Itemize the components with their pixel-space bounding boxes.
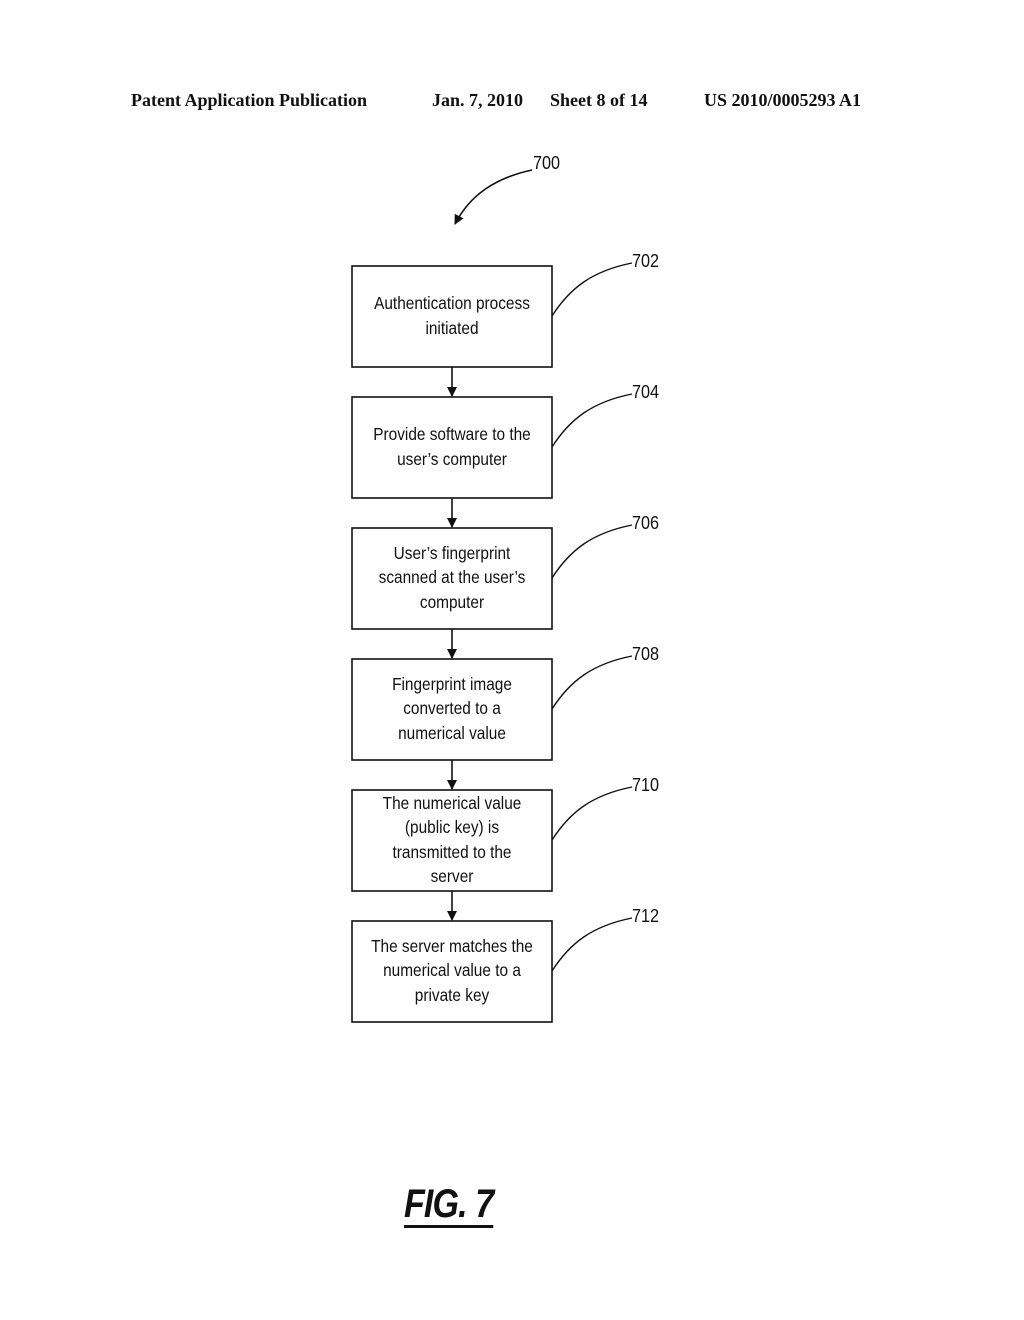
figure-ref-label: 700 bbox=[533, 153, 561, 173]
step-ref-706: 706 bbox=[632, 513, 660, 533]
step-text-line: The numerical value bbox=[382, 792, 522, 813]
step-text-line: numerical value to a bbox=[383, 960, 521, 981]
step-text-line: The server matches the bbox=[371, 935, 533, 956]
step-text-704: Provide software to the user’s computer bbox=[364, 422, 540, 471]
step-text-line: Provide software to the bbox=[373, 424, 531, 444]
flowchart bbox=[351, 169, 633, 1023]
figure-ref-leader-arrow bbox=[454, 169, 533, 225]
step-text-710: The numerical value (public key) is transm… bbox=[364, 791, 540, 889]
step-text-line: Authentication process bbox=[374, 293, 530, 313]
step-ref-702: 702 bbox=[632, 251, 660, 271]
step-ref-712: 712 bbox=[632, 906, 660, 926]
step-ref-708: 708 bbox=[632, 644, 660, 664]
leader-line-702 bbox=[551, 262, 633, 317]
step-text-line: User’s fingerprint bbox=[393, 542, 511, 563]
step-text-line: (public key) is bbox=[404, 817, 500, 837]
leader-line-708 bbox=[551, 655, 633, 710]
step-ref-704: 704 bbox=[632, 382, 660, 402]
leader-line-704 bbox=[551, 393, 633, 448]
leader-line-710 bbox=[551, 786, 633, 841]
figure-caption: FIG. 7 bbox=[404, 1182, 494, 1228]
step-text-line: converted to a bbox=[403, 698, 501, 719]
step-text-line: initiated bbox=[425, 317, 479, 338]
step-text-702: Authentication process initiated bbox=[364, 291, 540, 340]
step-text-line: user’s computer bbox=[397, 448, 507, 469]
step-text-line: Fingerprint image bbox=[392, 673, 512, 694]
step-text-712: The server matches the numerical value to… bbox=[364, 934, 540, 1008]
step-text-line: transmitted to the bbox=[392, 841, 512, 862]
step-text-line: private key bbox=[414, 984, 490, 1005]
step-text-708: Fingerprint image converted to a numerical… bbox=[364, 672, 540, 746]
step-text-line: computer bbox=[419, 591, 485, 612]
leader-line-706 bbox=[551, 524, 633, 579]
step-text-line: server bbox=[430, 866, 474, 886]
step-text-line: scanned at the user’s bbox=[378, 567, 526, 588]
step-text-line: numerical value bbox=[398, 722, 506, 743]
leader-line-712 bbox=[551, 917, 633, 972]
step-text-706: User’s fingerprint scanned at the user’s c… bbox=[364, 541, 540, 615]
step-ref-710: 710 bbox=[632, 775, 660, 795]
